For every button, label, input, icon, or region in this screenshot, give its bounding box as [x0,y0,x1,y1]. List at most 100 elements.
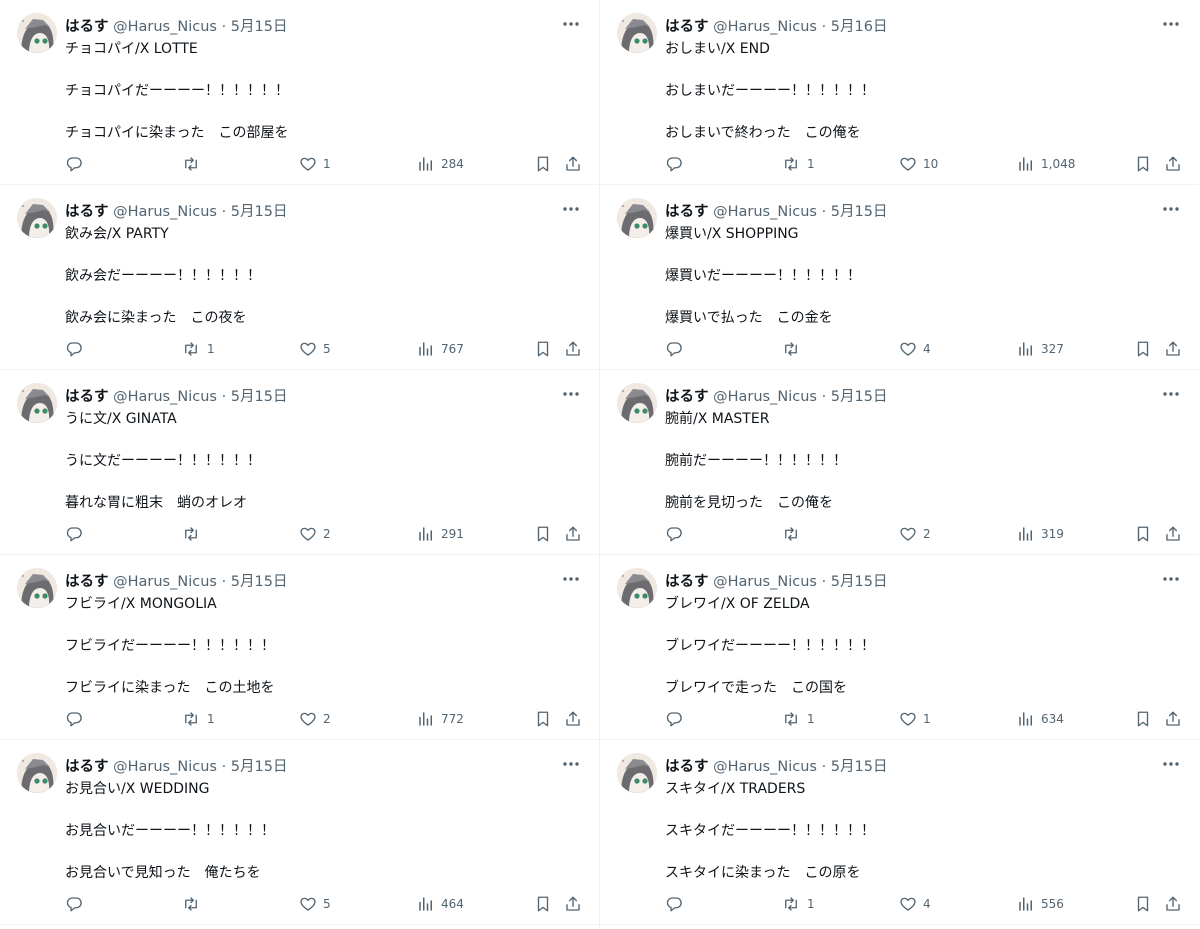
more-icon[interactable] [1161,200,1181,218]
like-button[interactable]: 1 [899,707,931,731]
author-handle[interactable]: @Harus_Nicus [113,19,217,35]
reply-button[interactable] [65,707,89,731]
reply-button[interactable] [65,892,89,916]
tweet-date[interactable]: 5月15日 [231,574,288,590]
more-icon[interactable] [561,200,581,218]
retweet-button[interactable]: 1 [181,337,215,361]
views-button[interactable]: 772 [417,707,464,731]
author-name[interactable]: はるす [665,19,709,35]
bookmark-button[interactable] [534,892,552,916]
views-button[interactable]: 556 [1017,892,1064,916]
views-button[interactable]: 327 [1017,337,1064,361]
tweet-date[interactable]: 5月15日 [831,759,888,775]
author-handle[interactable]: @Harus_Nicus [713,759,817,775]
reply-button[interactable] [665,892,689,916]
tweet-date[interactable]: 5月15日 [831,574,888,590]
reply-button[interactable] [65,522,89,546]
bookmark-button[interactable] [534,707,552,731]
like-button[interactable]: 4 [899,337,931,361]
avatar[interactable] [617,383,657,423]
views-button[interactable]: 1,048 [1017,152,1075,176]
author-name[interactable]: はるす [65,574,109,590]
author-handle[interactable]: @Harus_Nicus [713,204,817,220]
more-icon[interactable] [1161,385,1181,403]
bookmark-button[interactable] [534,337,552,361]
reply-button[interactable] [65,337,89,361]
like-button[interactable]: 2 [299,522,331,546]
more-icon[interactable] [1161,570,1181,588]
author-name[interactable]: はるす [665,389,709,405]
views-button[interactable]: 767 [417,337,464,361]
share-button[interactable] [564,522,582,546]
retweet-button[interactable]: 1 [781,152,815,176]
share-button[interactable] [1164,337,1182,361]
retweet-button[interactable]: 1 [781,892,815,916]
reply-button[interactable] [665,522,689,546]
like-button[interactable]: 5 [299,337,331,361]
author-handle[interactable]: @Harus_Nicus [113,204,217,220]
author-handle[interactable]: @Harus_Nicus [113,759,217,775]
views-button[interactable]: 291 [417,522,464,546]
views-button[interactable]: 634 [1017,707,1064,731]
tweet-date[interactable]: 5月16日 [831,19,888,35]
like-button[interactable]: 1 [299,152,331,176]
avatar[interactable] [17,198,57,238]
more-icon[interactable] [1161,15,1181,33]
author-handle[interactable]: @Harus_Nicus [113,389,217,405]
share-button[interactable] [1164,707,1182,731]
author-name[interactable]: はるす [65,759,109,775]
reply-button[interactable] [665,707,689,731]
more-icon[interactable] [561,755,581,773]
share-button[interactable] [564,152,582,176]
bookmark-button[interactable] [534,152,552,176]
tweet[interactable]: はるす @Harus_Nicus · 5月15日 腕前/X MASTER 腕前だ… [600,370,1199,555]
share-button[interactable] [1164,892,1182,916]
retweet-button[interactable] [781,337,807,361]
author-handle[interactable]: @Harus_Nicus [713,389,817,405]
author-name[interactable]: はるす [65,19,109,35]
share-button[interactable] [564,337,582,361]
author-handle[interactable]: @Harus_Nicus [713,574,817,590]
share-button[interactable] [564,892,582,916]
tweet[interactable]: はるす @Harus_Nicus · 5月15日 爆買い/X SHOPPING … [600,185,1199,370]
avatar[interactable] [617,568,657,608]
tweet[interactable]: はるす @Harus_Nicus · 5月15日 フビライ/X MONGOLIA… [0,555,599,740]
avatar[interactable] [17,383,57,423]
bookmark-button[interactable] [1134,522,1152,546]
like-button[interactable]: 10 [899,152,938,176]
avatar[interactable] [17,13,57,53]
share-button[interactable] [1164,522,1182,546]
retweet-button[interactable] [181,522,207,546]
more-icon[interactable] [1161,755,1181,773]
views-button[interactable]: 319 [1017,522,1064,546]
reply-button[interactable] [665,152,689,176]
more-icon[interactable] [561,15,581,33]
tweet[interactable]: はるす @Harus_Nicus · 5月16日 おしまい/X END おしまい… [600,0,1199,185]
author-handle[interactable]: @Harus_Nicus [713,19,817,35]
tweet[interactable]: はるす @Harus_Nicus · 5月15日 うに文/X GINATA うに… [0,370,599,555]
retweet-button[interactable] [181,892,207,916]
more-icon[interactable] [561,570,581,588]
reply-button[interactable] [665,337,689,361]
bookmark-button[interactable] [534,522,552,546]
like-button[interactable]: 4 [899,892,931,916]
like-button[interactable]: 2 [899,522,931,546]
tweet-date[interactable]: 5月15日 [231,204,288,220]
avatar[interactable] [617,13,657,53]
avatar[interactable] [617,198,657,238]
views-button[interactable]: 464 [417,892,464,916]
tweet[interactable]: はるす @Harus_Nicus · 5月15日 スキタイ/X TRADERS … [600,740,1199,925]
tweet-date[interactable]: 5月15日 [231,389,288,405]
like-button[interactable]: 5 [299,892,331,916]
author-name[interactable]: はるす [65,389,109,405]
bookmark-button[interactable] [1134,892,1152,916]
share-button[interactable] [1164,152,1182,176]
like-button[interactable]: 2 [299,707,331,731]
share-button[interactable] [564,707,582,731]
avatar[interactable] [17,753,57,793]
author-name[interactable]: はるす [65,204,109,220]
reply-button[interactable] [65,152,89,176]
tweet[interactable]: はるす @Harus_Nicus · 5月15日 飲み会/X PARTY 飲み会… [0,185,599,370]
author-name[interactable]: はるす [665,204,709,220]
retweet-button[interactable]: 1 [181,707,215,731]
